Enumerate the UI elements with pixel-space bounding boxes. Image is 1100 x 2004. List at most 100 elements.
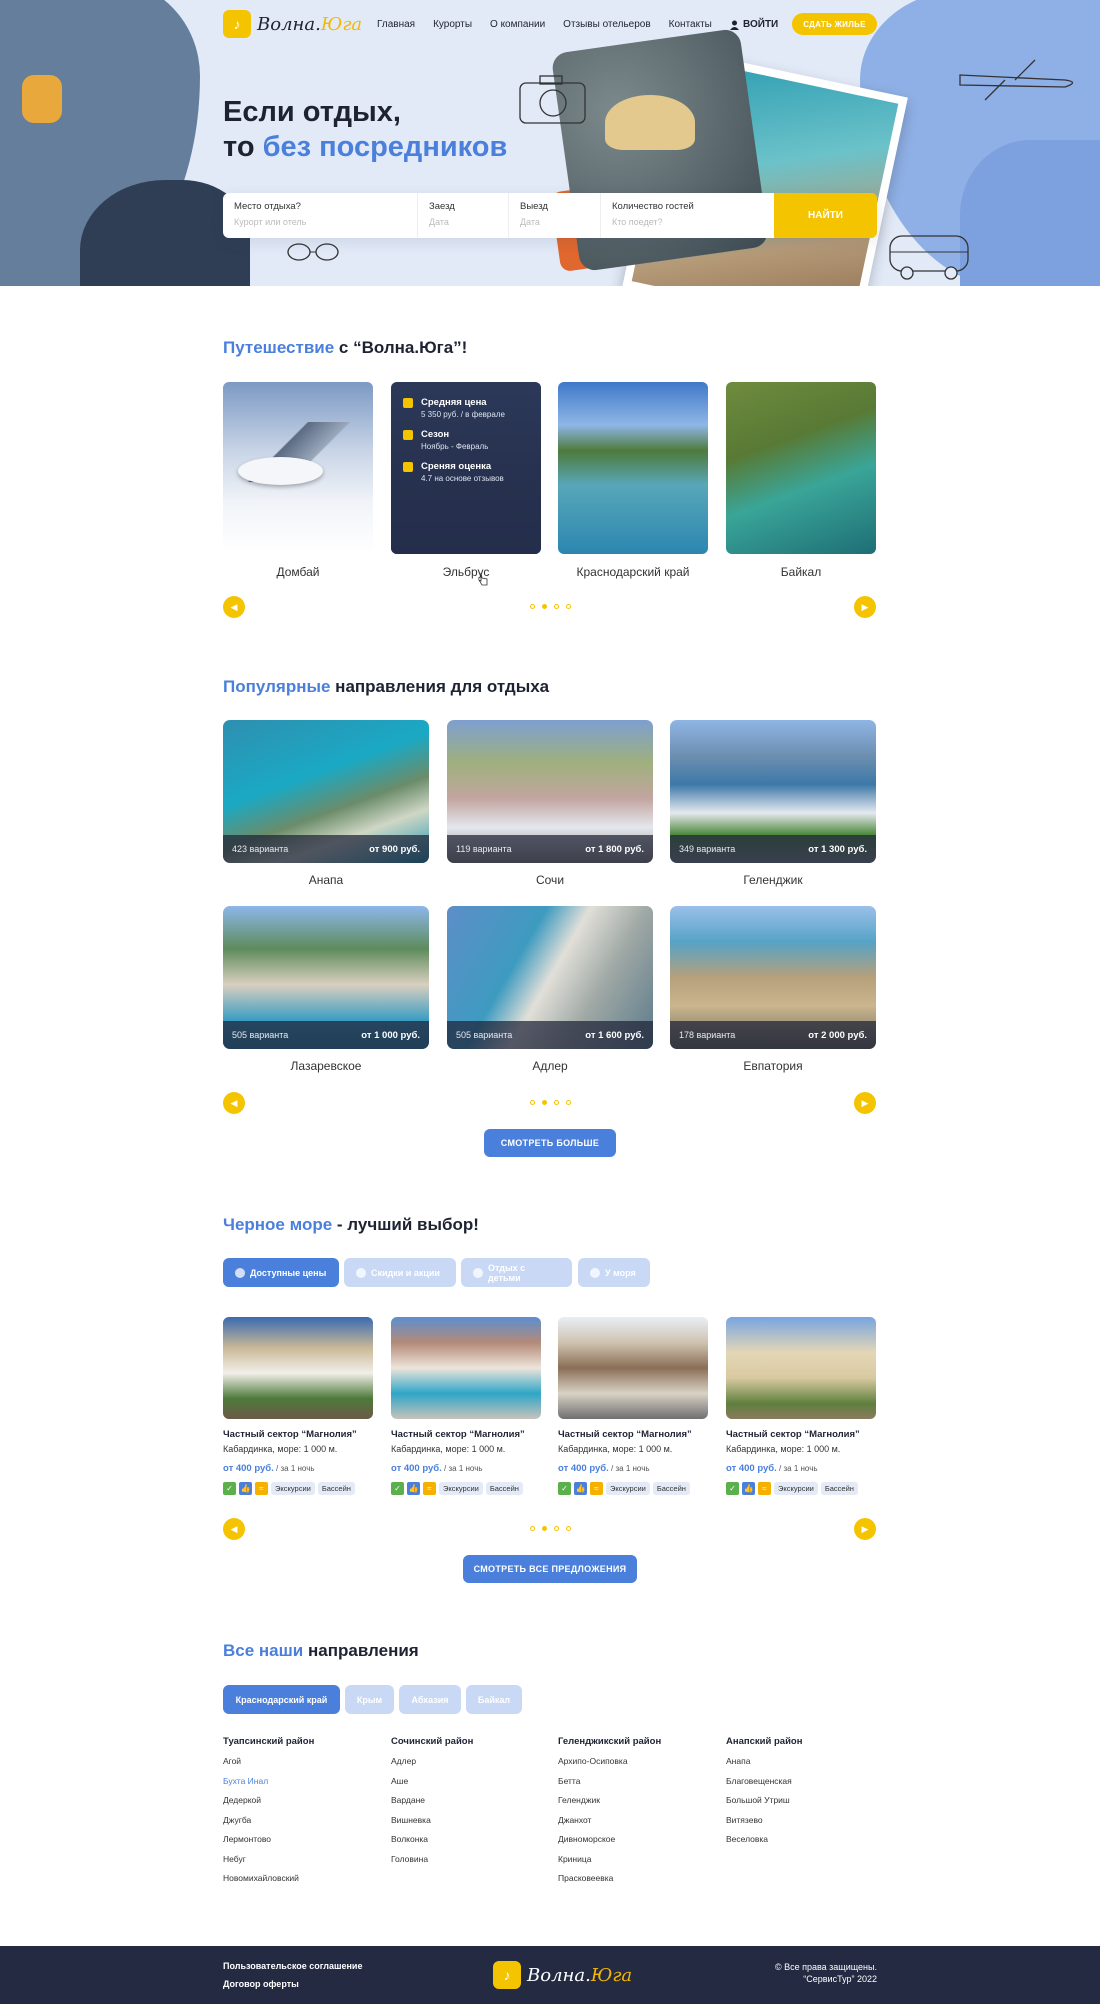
direction-link[interactable]: Адлер bbox=[391, 1756, 551, 1776]
pagination-dot[interactable] bbox=[554, 1100, 559, 1105]
direction-link[interactable]: Джанхот bbox=[558, 1815, 718, 1835]
pagination-dot[interactable] bbox=[530, 1100, 535, 1105]
nav-resorts[interactable]: Курорты bbox=[433, 19, 472, 30]
guests-input[interactable]: Кто поедет? bbox=[612, 217, 760, 227]
nav-about[interactable]: О компании bbox=[490, 19, 545, 30]
logo[interactable]: ♪ Волна.Юга bbox=[223, 10, 362, 38]
pagination-dot-active[interactable] bbox=[542, 1100, 547, 1105]
travel-next-button[interactable]: ▶ bbox=[854, 596, 876, 618]
hotel-card[interactable]: Частный сектор “Магнолия” Кабардинка, мо… bbox=[391, 1317, 541, 1495]
pagination-dot[interactable] bbox=[554, 604, 559, 609]
direction-link[interactable]: Аше bbox=[391, 1776, 551, 1796]
place-input[interactable]: Курорт или отель bbox=[234, 217, 406, 227]
direction-link[interactable]: Лермонтово bbox=[223, 1834, 383, 1854]
direction-link[interactable]: Криница bbox=[558, 1854, 718, 1874]
pagination-dot[interactable] bbox=[554, 1526, 559, 1531]
direction-link[interactable]: Вишневка bbox=[391, 1815, 551, 1835]
guests-field[interactable]: Количество гостей Кто поедет? bbox=[601, 193, 771, 238]
all-offers-button[interactable]: СМОТРЕТЬ ВСЕ ПРЕДЛОЖЕНИЯ bbox=[463, 1555, 637, 1583]
pagination-dot[interactable] bbox=[530, 604, 535, 609]
hotel-card[interactable]: Частный сектор “Магнолия” Кабардинка, мо… bbox=[558, 1317, 708, 1495]
search-button[interactable]: НАЙТИ bbox=[774, 193, 877, 238]
direction-link[interactable]: Дивноморское bbox=[558, 1834, 718, 1854]
checkout-label: Выезд bbox=[520, 201, 548, 212]
nav-contacts[interactable]: Контакты bbox=[669, 19, 712, 30]
hotel-card[interactable]: Частный сектор “Магнолия” Кабардинка, мо… bbox=[726, 1317, 876, 1495]
hotel-card[interactable]: Частный сектор “Магнолия” Кабардинка, мо… bbox=[223, 1317, 373, 1495]
tag-excursions: Экскурсии bbox=[606, 1482, 650, 1495]
tab-baikal[interactable]: Байкал bbox=[466, 1685, 522, 1714]
tab-by-the-sea[interactable]: У моря bbox=[578, 1258, 650, 1287]
popular-card-anapa[interactable]: 423 варианта от 900 руб. bbox=[223, 720, 429, 863]
direction-link[interactable]: Головина bbox=[391, 1854, 551, 1874]
nav-home[interactable]: Главная bbox=[377, 19, 415, 30]
checkout-field[interactable]: Выезд Дата bbox=[509, 193, 601, 238]
pagination-dot[interactable] bbox=[566, 1526, 571, 1531]
tab-abkhazia[interactable]: Абхазия bbox=[399, 1685, 461, 1714]
footer-terms-link[interactable]: Пользовательское соглашение bbox=[223, 1961, 362, 1971]
direction-link[interactable]: Вардане bbox=[391, 1795, 551, 1815]
popular-card-gelendzhik[interactable]: 349 варианта от 1 300 руб. bbox=[670, 720, 876, 863]
show-more-button[interactable]: СМОТРЕТЬ БОЛЬШЕ bbox=[484, 1129, 616, 1157]
tab-with-kids[interactable]: Отдых с детьми bbox=[461, 1258, 572, 1287]
hotel-price: от 400 руб. / за 1 ночь bbox=[223, 1463, 315, 1474]
popular-card-lazarevskoe[interactable]: 505 варианта от 1 000 руб. bbox=[223, 906, 429, 1049]
price-from: от 1 600 руб. bbox=[585, 1029, 644, 1041]
direction-link[interactable]: Геленджик bbox=[558, 1795, 718, 1815]
direction-link[interactable]: Прасковеевка bbox=[558, 1873, 718, 1893]
hotels-next-button[interactable]: ▶ bbox=[854, 1518, 876, 1540]
popular-card-evpatoria[interactable]: 178 варианта от 2 000 руб. bbox=[670, 906, 876, 1049]
map-decoration-right-bottom bbox=[960, 140, 1100, 286]
travel-card-dombai[interactable] bbox=[223, 382, 373, 554]
popular-card-sochi[interactable]: 119 варианта от 1 800 руб. bbox=[447, 720, 653, 863]
avg-price-value: 5 350 руб. / в феврале bbox=[421, 410, 505, 419]
tab-krasnodar[interactable]: Краснодарский край bbox=[223, 1685, 340, 1714]
rent-housing-button[interactable]: СДАТЬ ЖИЛЬЕ bbox=[792, 13, 877, 35]
travel-card-elbrus[interactable]: Средняя цена 5 350 руб. / в феврале Сезон… bbox=[391, 382, 541, 554]
popular-prev-button[interactable]: ◀ bbox=[223, 1092, 245, 1114]
hotels-prev-button[interactable]: ◀ bbox=[223, 1518, 245, 1540]
tab-discounts[interactable]: Скидки и акции bbox=[344, 1258, 456, 1287]
popular-next-button[interactable]: ▶ bbox=[854, 1092, 876, 1114]
checkout-input[interactable]: Дата bbox=[520, 217, 589, 227]
check-icon: ✓ bbox=[726, 1482, 739, 1495]
direction-link[interactable]: Новомихайловский bbox=[223, 1873, 383, 1893]
direction-link[interactable]: Веселовка bbox=[726, 1834, 886, 1854]
travel-card-baikal[interactable] bbox=[726, 382, 876, 554]
chevron-left-icon: ◀ bbox=[230, 1523, 238, 1534]
direction-link[interactable]: Дедеркой bbox=[223, 1795, 383, 1815]
direction-link[interactable]: Благовещенская bbox=[726, 1776, 886, 1796]
direction-link-active[interactable]: Бухта Инал bbox=[223, 1776, 383, 1796]
popular-card-adler[interactable]: 505 варианта от 1 600 руб. bbox=[447, 906, 653, 1049]
direction-link[interactable]: Бетта bbox=[558, 1776, 718, 1796]
direction-link[interactable]: Витязево bbox=[726, 1815, 886, 1835]
direction-link[interactable]: Небуг bbox=[223, 1854, 383, 1874]
travel-card-krasnodar[interactable] bbox=[558, 382, 708, 554]
checkin-field[interactable]: Заезд Дата bbox=[418, 193, 509, 238]
blacksea-title-rest: - лучший выбор! bbox=[332, 1215, 479, 1234]
footer-logo[interactable]: ♪ Волна.Юга bbox=[493, 1961, 632, 1989]
direction-link[interactable]: Анапа bbox=[726, 1756, 886, 1776]
logo-text-main: Волна. bbox=[527, 1964, 591, 1986]
pagination-dot-active[interactable] bbox=[542, 604, 547, 609]
login-link[interactable]: ВОЙТИ bbox=[730, 19, 778, 30]
travel-prev-button[interactable]: ◀ bbox=[223, 596, 245, 618]
tab-crimea[interactable]: Крым bbox=[345, 1685, 394, 1714]
travel-pagination bbox=[530, 604, 571, 609]
checkin-input[interactable]: Дата bbox=[429, 217, 497, 227]
guests-label: Количество гостей bbox=[612, 201, 694, 212]
pagination-dot[interactable] bbox=[530, 1526, 535, 1531]
place-field[interactable]: Место отдыха? Курорт или отель bbox=[223, 193, 418, 238]
direction-link[interactable]: Джугба bbox=[223, 1815, 383, 1835]
nav-reviews[interactable]: Отзывы отельеров bbox=[563, 19, 651, 30]
direction-link[interactable]: Волконка bbox=[391, 1834, 551, 1854]
direction-link[interactable]: Агой bbox=[223, 1756, 383, 1776]
pagination-dot[interactable] bbox=[566, 1100, 571, 1105]
pagination-dot-active[interactable] bbox=[542, 1526, 547, 1531]
footer-offer-link[interactable]: Договор оферты bbox=[223, 1979, 299, 1989]
pagination-dot[interactable] bbox=[566, 604, 571, 609]
direction-link[interactable]: Архипо-Осиповка bbox=[558, 1756, 718, 1776]
direction-link[interactable]: Большой Утриш bbox=[726, 1795, 886, 1815]
airplane-sketch-icon bbox=[959, 59, 1074, 101]
tab-affordable-prices[interactable]: Доступные цены bbox=[223, 1258, 339, 1287]
